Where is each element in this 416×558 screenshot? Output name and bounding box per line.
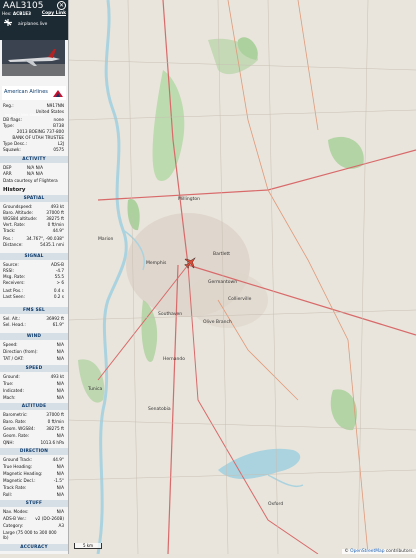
city-label-senatobia: Senatobia: [148, 406, 171, 412]
direction-row: Ground Track: 44.9°: [3, 457, 64, 462]
speed-row: Ground: 493 kt: [3, 374, 64, 379]
section-altitude: ALTITUDE: [0, 403, 68, 410]
wind-row: Direction (from): N/A: [3, 349, 64, 354]
signal-row: Source: ADS-B: [3, 262, 64, 267]
spatial-row: Baro. Altitude: 37000 ft: [3, 210, 64, 215]
info-squawk: Squawk: 0575: [3, 147, 64, 152]
altitude-row: Baro. Rate: 0 ft/min: [3, 419, 64, 424]
history-toggle[interactable]: History: [3, 187, 25, 193]
city-label-millington: Millington: [178, 196, 200, 202]
info-db-flags: DB flags: none: [3, 117, 64, 122]
activity-note: Data courtesy of Flightera: [3, 178, 58, 183]
city-label-bartlett: Bartlett: [213, 251, 230, 257]
altitude-row: Barometric: 37000 ft: [3, 412, 64, 417]
info-reg: Reg.: N917NN: [3, 103, 64, 108]
spatial-row: WGS84 altitude: 38275 ft: [3, 216, 64, 221]
fms-row: Sel. Head.: 61.9°: [3, 322, 64, 327]
spatial-row: Pos.: 34.767°, -90.038°: [3, 236, 64, 241]
aircraft-info-panel: AAL3105 ✕ Hex: ACB1E3 Copy Link airplane…: [0, 0, 69, 554]
altitude-row: Geom. Rate: N/A: [3, 433, 64, 438]
direction-row: Magnetic Decl.: -1.5°: [3, 478, 64, 483]
category-note: Large (75 000 to 300 000 lb): [3, 530, 57, 540]
section-activity: ACTIVITY: [0, 156, 68, 163]
city-label-collierville: Collierville: [228, 296, 252, 302]
spatial-row: Track: 44.9°: [3, 228, 64, 233]
altitude-row: Geom. WGS84: 38275 ft: [3, 426, 64, 431]
copy-link-button[interactable]: Copy Link: [42, 11, 66, 16]
speed-row: Indicated: N/A: [3, 388, 64, 393]
direction-row: True Heading: N/A: [3, 464, 64, 469]
stuff-row: ADS-B Ver.: v2 (DO-260B): [3, 516, 64, 521]
direction-row: Roll: N/A: [3, 492, 64, 497]
aircraft-photo[interactable]: Image © Nick Shannon: [2, 40, 65, 117]
stuff-row: Nav. Modes: N/A: [3, 509, 64, 514]
info-type: Type: B738: [3, 123, 64, 128]
section-wind: WIND: [0, 333, 68, 340]
airline-eagle-icon: [53, 90, 63, 97]
speed-row: True: N/A: [3, 381, 64, 386]
stuff-row: Category: A3: [3, 523, 64, 528]
spatial-row: Vert. Rate: 0 ft/min: [3, 222, 64, 227]
speed-row: Mach: N/A: [3, 395, 64, 400]
airline-logo: American Airlines: [2, 86, 66, 100]
info-owner: BANK OF UTAH TRUSTEE: [12, 135, 64, 140]
hex-code: ACB1E3: [12, 11, 32, 16]
wind-row: Speed: N/A: [3, 342, 64, 347]
section-speed: SPEED: [0, 365, 68, 372]
close-icon[interactable]: ✕: [57, 1, 66, 10]
city-label-southaven: Southaven: [158, 311, 182, 317]
panel-header: AAL3105 ✕ Hex: ACB1E3 Copy Link airplane…: [0, 0, 68, 40]
site-link[interactable]: airplanes.live: [18, 22, 47, 27]
altitude-row: QNH: 1013.6 hPa: [3, 440, 64, 445]
info-model: 2013 BOEING 737-800: [16, 129, 64, 134]
map-attribution: © OpenStreetMap contributors.: [342, 549, 416, 554]
scale-bar: 5 km: [74, 543, 102, 549]
wind-row: TAT / OAT: N/A: [3, 356, 64, 361]
city-label-germantown: Germantown: [208, 279, 237, 285]
signal-row: Last Pos.: 0.4 s: [3, 288, 64, 293]
callsign-title: AAL3105: [3, 1, 44, 11]
city-label-marion: Marion: [98, 236, 113, 242]
spatial-row: Groundspeed: 493 kt: [3, 204, 64, 209]
activity-arr: ARR N/A N/A: [3, 171, 43, 176]
section-signal: SIGNAL: [0, 253, 68, 260]
city-label-hernando: Hernando: [163, 356, 185, 362]
direction-row: Magnetic Heading: N/A: [3, 471, 64, 476]
map-view[interactable]: Memphis Southaven Collierville Olive Bra…: [67, 0, 416, 555]
direction-row: Track Rate: N/A: [3, 485, 64, 490]
signal-row: Msg. Rate: 55.5: [3, 274, 64, 279]
signal-row: Receivers: > 6: [3, 280, 64, 285]
info-country: United States: [35, 109, 64, 114]
spatial-row: Distance: 5435.1 nmi: [3, 242, 64, 247]
section-stuff: STUFF: [0, 500, 68, 507]
info-type-desc: Type Desc.: L2J: [3, 141, 64, 146]
city-label-tunica: Tunica: [87, 386, 102, 392]
city-label-memphis: Memphis: [146, 260, 167, 266]
signal-row: Last Seen: 0.2 s: [3, 294, 64, 299]
city-label-oxford: Oxford: [268, 501, 283, 507]
signal-row: RSSI: -4.7: [3, 268, 64, 273]
city-label-olive-branch: Olive Branch: [203, 319, 232, 325]
hex-line: Hex: ACB1E3: [2, 11, 32, 16]
plane-icon: [4, 19, 12, 26]
osm-link[interactable]: OpenStreetMap: [350, 549, 384, 554]
section-accuracy: ACCURACY: [0, 544, 68, 551]
section-direction: DIRECTION: [0, 448, 68, 455]
fms-row: Sel. Alt.: 36992 ft: [3, 316, 64, 321]
section-spatial: SPATIAL: [0, 195, 68, 202]
airline-name: American Airlines: [4, 89, 48, 95]
section-fms-sel: FMS SEL: [0, 307, 68, 314]
activity-dep: DEP N/A N/A: [3, 165, 43, 170]
